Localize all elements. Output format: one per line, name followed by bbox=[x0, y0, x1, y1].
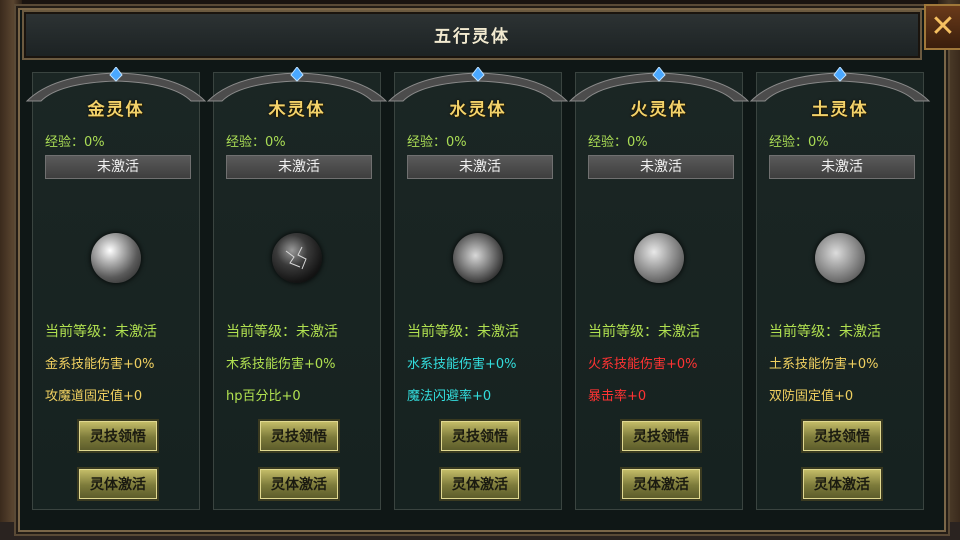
element-panel-wood: 木灵体 经验：0% 未激活 当前等级：未激活 木系技能伤害+0% hp百分比+0… bbox=[206, 67, 388, 510]
current-level-label: 当前等级：未激活 bbox=[226, 324, 338, 340]
element-title: 水灵体 bbox=[449, 100, 507, 120]
element-title: 木灵体 bbox=[268, 100, 326, 120]
activation-status-bar: 未激活 bbox=[588, 155, 734, 179]
lightning-crack-icon bbox=[285, 246, 307, 270]
element-panel-fire: 火灵体 经验：0% 未激活 当前等级：未激活 火系技能伤害+0% 暴击率+0 灵… bbox=[568, 67, 750, 510]
activate-spirit-button[interactable]: 灵体激活 bbox=[801, 467, 883, 501]
experience-label: 经验：0% bbox=[407, 135, 467, 150]
attribute-bonus-label: 双防固定值+0 bbox=[769, 389, 854, 404]
current-level-label: 当前等级：未激活 bbox=[45, 324, 157, 340]
activation-status-bar: 未激活 bbox=[407, 155, 553, 179]
close-icon: ✕ bbox=[930, 9, 956, 44]
learn-skill-button[interactable]: 灵技领悟 bbox=[77, 419, 159, 453]
activation-status-bar: 未激活 bbox=[769, 155, 915, 179]
learn-skill-button[interactable]: 灵技领悟 bbox=[801, 419, 883, 453]
skill-damage-label: 木系技能伤害+0% bbox=[226, 357, 336, 372]
attribute-bonus-label: hp百分比+0 bbox=[226, 389, 301, 404]
skill-damage-label: 土系技能伤害+0% bbox=[769, 357, 879, 372]
experience-label: 经验：0% bbox=[45, 135, 105, 150]
element-title: 土灵体 bbox=[811, 100, 869, 120]
current-level-label: 当前等级：未激活 bbox=[588, 324, 700, 340]
current-level-label: 当前等级：未激活 bbox=[407, 324, 519, 340]
activate-spirit-button[interactable]: 灵体激活 bbox=[439, 467, 521, 501]
window-title: 五行灵体 bbox=[434, 27, 510, 47]
wood-orb-icon bbox=[272, 233, 322, 283]
activation-status-bar: 未激活 bbox=[226, 155, 372, 179]
experience-label: 经验：0% bbox=[769, 135, 829, 150]
learn-skill-button[interactable]: 灵技领悟 bbox=[258, 419, 340, 453]
activation-status-bar: 未激活 bbox=[45, 155, 191, 179]
metal-orb-icon bbox=[91, 233, 141, 283]
skill-damage-label: 水系技能伤害+0% bbox=[407, 357, 517, 372]
attribute-bonus-label: 魔法闪避率+0 bbox=[407, 389, 492, 404]
earth-orb-icon bbox=[815, 233, 865, 283]
element-panel-water: 水灵体 经验：0% 未激活 当前等级：未激活 水系技能伤害+0% 魔法闪避率+0… bbox=[387, 67, 569, 510]
activate-spirit-button[interactable]: 灵体激活 bbox=[620, 467, 702, 501]
experience-label: 经验：0% bbox=[588, 135, 648, 150]
learn-skill-button[interactable]: 灵技领悟 bbox=[620, 419, 702, 453]
element-panel-metal: 金灵体 经验：0% 未激活 当前等级：未激活 金系技能伤害+0% 攻魔道固定值+… bbox=[25, 67, 207, 510]
skill-damage-label: 火系技能伤害+0% bbox=[588, 357, 698, 372]
attribute-bonus-label: 攻魔道固定值+0 bbox=[45, 389, 143, 404]
element-title: 金灵体 bbox=[87, 100, 145, 120]
water-orb-icon bbox=[453, 233, 503, 283]
element-title: 火灵体 bbox=[630, 100, 688, 120]
skill-damage-label: 金系技能伤害+0% bbox=[45, 357, 155, 372]
activate-spirit-button[interactable]: 灵体激活 bbox=[258, 467, 340, 501]
activate-spirit-button[interactable]: 灵体激活 bbox=[77, 467, 159, 501]
attribute-bonus-label: 暴击率+0 bbox=[588, 389, 647, 404]
learn-skill-button[interactable]: 灵技领悟 bbox=[439, 419, 521, 453]
element-panel-earth: 土灵体 经验：0% 未激活 当前等级：未激活 土系技能伤害+0% 双防固定值+0… bbox=[749, 67, 931, 510]
close-button[interactable]: ✕ bbox=[924, 4, 960, 50]
experience-label: 经验：0% bbox=[226, 135, 286, 150]
title-bar: 五行灵体 bbox=[22, 10, 922, 60]
current-level-label: 当前等级：未激活 bbox=[769, 324, 881, 340]
fire-orb-icon bbox=[634, 233, 684, 283]
